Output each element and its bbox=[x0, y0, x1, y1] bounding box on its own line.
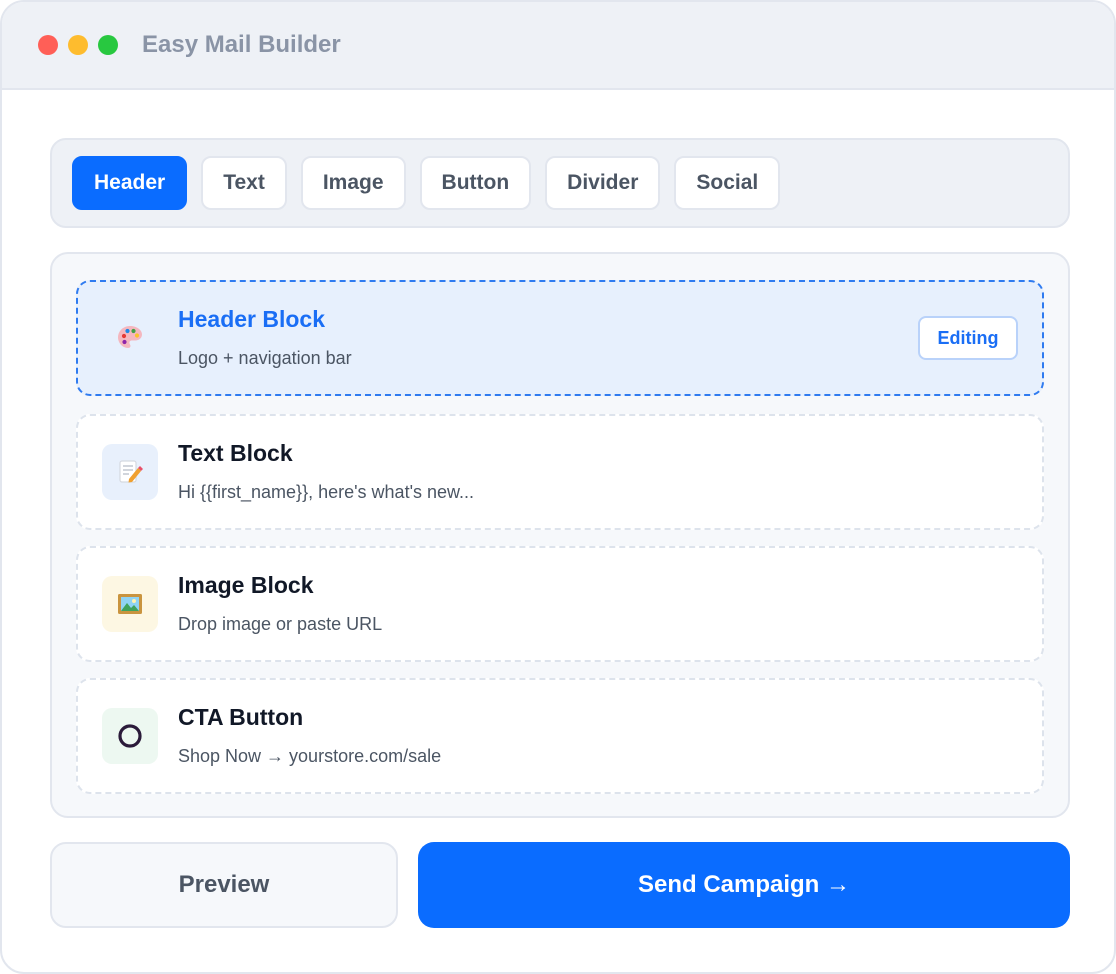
block-subtitle: Hi {{first_name}}, here's what's new... bbox=[178, 482, 475, 502]
preview-button[interactable]: Preview bbox=[50, 842, 398, 928]
header-block[interactable]: Header Block Logo + navigation bar Editi… bbox=[76, 280, 1044, 396]
tab-social[interactable]: Social bbox=[674, 156, 781, 210]
block-subtitle: Shop Now → yourstore.com/sale bbox=[178, 746, 442, 766]
editing-badge: Editing bbox=[918, 316, 1018, 360]
close-window-dot[interactable] bbox=[38, 35, 58, 55]
block-title: Header Block bbox=[178, 306, 326, 332]
block-type-tabbar: Header Text Image Button Divider Social bbox=[50, 138, 1070, 228]
memo-pencil-icon bbox=[102, 444, 158, 500]
ring-icon bbox=[102, 708, 158, 764]
tab-image[interactable]: Image bbox=[300, 156, 406, 210]
block-subtitle: Drop image or paste URL bbox=[178, 614, 383, 634]
minimize-window-dot[interactable] bbox=[68, 35, 88, 55]
image-block[interactable]: Image Block Drop image or paste URL bbox=[76, 546, 1044, 662]
cta-button-block[interactable]: CTA Button Shop Now → yourstore.com/sale bbox=[76, 678, 1044, 794]
block-subtitle: Logo + navigation bar bbox=[178, 348, 352, 368]
palette-icon bbox=[102, 310, 158, 366]
maximize-window-dot[interactable] bbox=[98, 35, 118, 55]
title-bar: Easy Mail Builder bbox=[2, 2, 1114, 90]
block-title: CTA Button bbox=[178, 704, 304, 730]
tab-header[interactable]: Header bbox=[72, 156, 188, 210]
tab-button[interactable]: Button bbox=[419, 156, 532, 210]
app-window: Easy Mail Builder Header Text Image Butt… bbox=[0, 0, 1116, 974]
send-campaign-button[interactable]: Send Campaign → bbox=[418, 842, 1070, 928]
block-title: Image Block bbox=[178, 572, 314, 598]
window-title: Easy Mail Builder bbox=[142, 31, 341, 58]
text-block[interactable]: Text Block Hi {{first_name}}, here's wha… bbox=[76, 414, 1044, 530]
block-title: Text Block bbox=[178, 440, 293, 466]
email-canvas: Header Block Logo + navigation bar Editi… bbox=[50, 252, 1070, 818]
framed-picture-icon bbox=[102, 576, 158, 632]
tab-divider[interactable]: Divider bbox=[545, 156, 661, 210]
tab-text[interactable]: Text bbox=[201, 156, 287, 210]
